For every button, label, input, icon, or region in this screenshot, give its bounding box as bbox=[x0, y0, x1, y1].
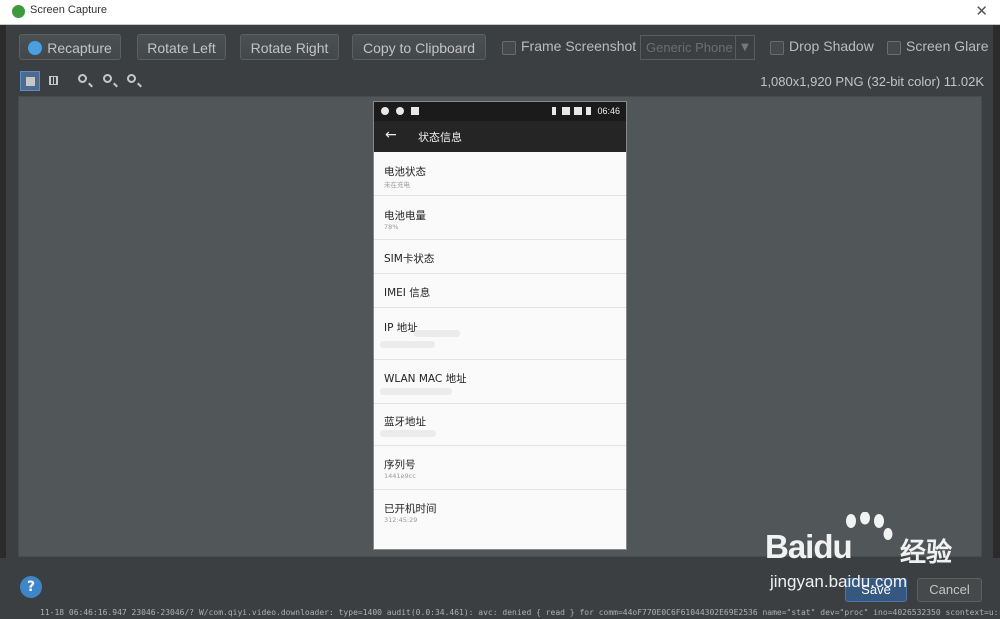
screen-glare-label: Screen Glare bbox=[906, 38, 989, 54]
list-item-title: 蓝牙地址 bbox=[384, 416, 426, 428]
redacted-value bbox=[414, 330, 460, 337]
notification-icon bbox=[396, 107, 404, 115]
list-item[interactable]: WLAN MAC 地址 bbox=[374, 360, 626, 404]
copy-to-clipboard-button[interactable]: Copy to Clipboard bbox=[352, 34, 486, 60]
frame-screenshot-label: Frame Screenshot bbox=[521, 38, 637, 54]
status-bar: 06:46 bbox=[374, 102, 626, 121]
redacted-value bbox=[380, 388, 452, 395]
list-item[interactable]: 序列号 1441e9cc bbox=[374, 446, 626, 490]
save-button[interactable]: Save bbox=[845, 578, 907, 602]
list-item-title: 已开机时间 bbox=[384, 503, 437, 515]
checkerboard-bg-toggle[interactable] bbox=[20, 71, 40, 91]
zoom-out-icon bbox=[103, 74, 112, 83]
zoom-in-button[interactable] bbox=[74, 71, 94, 91]
list-item[interactable]: 电池电量 78% bbox=[374, 196, 626, 240]
list-item-title: WLAN MAC 地址 bbox=[384, 373, 467, 385]
list-item[interactable]: IMEI 信息 bbox=[374, 274, 626, 308]
screen-title: 状态信息 bbox=[418, 131, 462, 144]
list-item[interactable]: 已开机时间 312:45:29 bbox=[374, 490, 626, 534]
help-icon[interactable]: ? bbox=[20, 576, 42, 598]
grid-bg-toggle[interactable] bbox=[44, 71, 64, 91]
screen-glare-checkbox[interactable] bbox=[887, 41, 901, 55]
status-time: 06:46 bbox=[597, 106, 620, 116]
image-icon bbox=[411, 107, 419, 115]
redacted-value bbox=[380, 430, 436, 437]
device-select[interactable]: Generic Phone ▼ bbox=[640, 35, 755, 60]
zoom-out-button[interactable] bbox=[99, 71, 119, 91]
list-item[interactable]: 电池状态 未在充电 bbox=[374, 152, 626, 196]
list-item-subtitle: 未在充电 bbox=[384, 181, 410, 189]
back-arrow-icon[interactable]: ← bbox=[385, 127, 397, 143]
zoom-in-icon bbox=[78, 74, 87, 83]
wifi-icon bbox=[562, 107, 570, 115]
list-item-title: 电池状态 bbox=[384, 166, 426, 178]
chevron-down-icon: ▼ bbox=[735, 36, 754, 59]
recapture-label: Recapture bbox=[47, 40, 112, 56]
rotate-left-button[interactable]: Rotate Left bbox=[137, 34, 226, 60]
list-item-title: 序列号 bbox=[384, 459, 416, 471]
list-item-title: IMEI 信息 bbox=[384, 287, 431, 299]
battery-icon bbox=[586, 107, 591, 115]
left-edge bbox=[0, 25, 6, 610]
message-icon bbox=[381, 107, 389, 115]
recapture-button[interactable]: Recapture bbox=[19, 34, 121, 60]
status-list: 电池状态 未在充电 电池电量 78% SIM卡状态 IMEI 信息 IP 地址 … bbox=[374, 152, 626, 534]
cancel-button[interactable]: Cancel bbox=[917, 578, 982, 602]
refresh-icon bbox=[28, 41, 43, 55]
background-log-line: 11-18 06:46:16.947 23046-23046/? W/com.q… bbox=[40, 608, 1000, 617]
grid-icon bbox=[49, 76, 58, 85]
list-item-subtitle: 1441e9cc bbox=[384, 472, 416, 480]
list-item-title: SIM卡状态 bbox=[384, 253, 435, 265]
signal-icon bbox=[574, 107, 582, 115]
image-info: 1,080x1,920 PNG (32-bit color) 11.02K bbox=[760, 74, 984, 89]
list-item-subtitle: 78% bbox=[384, 223, 399, 231]
window-title: Screen Capture bbox=[30, 4, 108, 16]
list-item-title: IP 地址 bbox=[384, 322, 418, 334]
device-select-value: Generic Phone bbox=[646, 40, 733, 55]
redacted-value bbox=[380, 341, 435, 348]
list-item-subtitle: 312:45:29 bbox=[384, 516, 418, 524]
phone-screenshot: 06:46 ← 状态信息 电池状态 未在充电 电池电量 78% SIM卡状态 I… bbox=[373, 101, 627, 550]
screen-capture-window: Screen Capture ✕ Recapture Rotate Left R… bbox=[0, 0, 1000, 619]
list-item[interactable]: 蓝牙地址 bbox=[374, 404, 626, 446]
app-bar: ← 状态信息 bbox=[374, 121, 626, 152]
close-icon[interactable]: ✕ bbox=[975, 2, 988, 20]
right-edge bbox=[993, 25, 1000, 610]
view-toolbar: 1,080x1,920 PNG (32-bit color) 11.02K bbox=[0, 69, 1000, 95]
drop-shadow-label: Drop Shadow bbox=[789, 38, 874, 54]
frame-screenshot-checkbox[interactable] bbox=[502, 41, 516, 55]
list-item[interactable]: SIM卡状态 bbox=[374, 240, 626, 274]
title-bar: Screen Capture ✕ bbox=[0, 0, 1000, 25]
zoom-actual-button[interactable] bbox=[123, 71, 143, 91]
toolbar: Recapture Rotate Left Rotate Right Copy … bbox=[0, 25, 1000, 69]
zoom-actual-icon bbox=[127, 74, 136, 83]
rotate-right-button[interactable]: Rotate Right bbox=[240, 34, 339, 60]
android-studio-icon bbox=[12, 5, 25, 18]
bluetooth-icon bbox=[552, 107, 556, 115]
checkerboard-icon bbox=[26, 77, 35, 86]
list-item[interactable]: IP 地址 bbox=[374, 308, 626, 360]
drop-shadow-checkbox[interactable] bbox=[770, 41, 784, 55]
list-item-title: 电池电量 bbox=[384, 210, 426, 222]
